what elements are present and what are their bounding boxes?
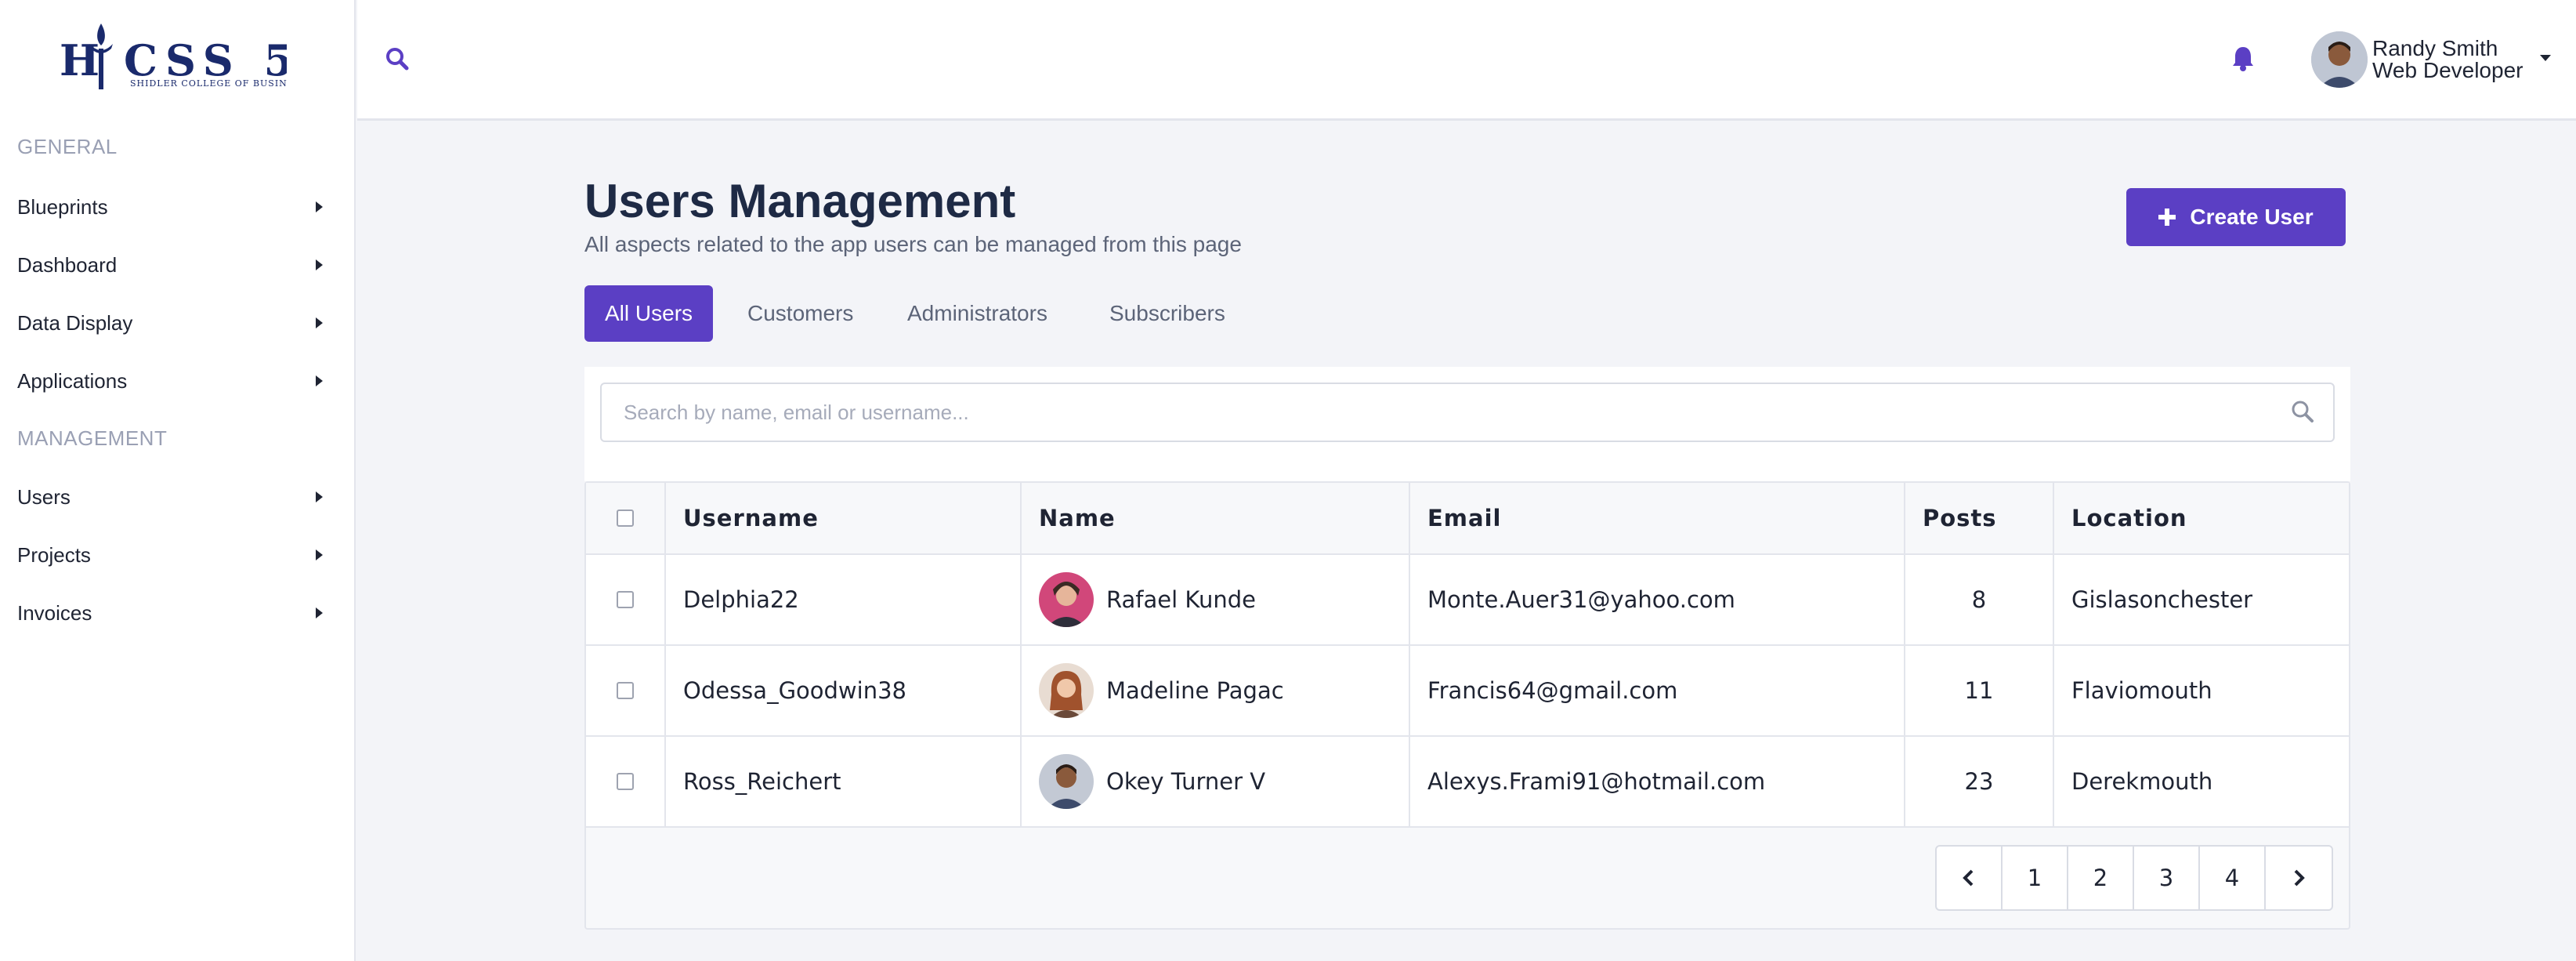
sidebar-item-data-display[interactable]: Data Display xyxy=(0,298,353,348)
sidebar-item-label: Users xyxy=(17,484,71,509)
tab-customers[interactable]: Customers xyxy=(727,285,874,342)
avatar xyxy=(1039,663,1094,718)
sidebar-item-projects[interactable]: Projects xyxy=(0,530,353,580)
column-header-name[interactable]: Name xyxy=(1022,483,1410,553)
avatar xyxy=(1039,754,1094,809)
table-row[interactable]: Ross_Reichert Okey Turner V Alexys.Frami… xyxy=(586,737,2349,828)
row-check-cell xyxy=(586,555,666,644)
user-avatar[interactable] xyxy=(2311,31,2368,88)
search-icon[interactable] xyxy=(384,45,411,72)
create-user-label: Create User xyxy=(2190,205,2314,229)
column-header-username[interactable]: Username xyxy=(666,483,1022,553)
caret-right-icon xyxy=(316,375,323,386)
name-text: Madeline Pagac xyxy=(1106,677,1284,704)
caret-right-icon xyxy=(316,317,323,328)
caret-right-icon xyxy=(316,607,323,618)
row-checkbox[interactable] xyxy=(617,682,634,699)
create-user-button[interactable]: Create User xyxy=(2126,188,2346,246)
sidebar-item-label: Blueprints xyxy=(17,194,108,219)
caret-right-icon xyxy=(316,201,323,212)
sidebar-item-dashboard[interactable]: Dashboard xyxy=(0,240,353,290)
column-header-email[interactable]: Email xyxy=(1410,483,1905,553)
posts-cell: 23 xyxy=(1905,737,2054,826)
sidebar-item-invoices[interactable]: Invoices xyxy=(0,588,353,638)
row-checkbox[interactable] xyxy=(617,591,634,608)
caret-right-icon xyxy=(316,491,323,502)
row-check-cell xyxy=(586,646,666,735)
table-row[interactable]: Delphia22 Rafael Kunde Monte.Auer31@yaho… xyxy=(586,555,2349,646)
sidebar-item-blueprints[interactable]: Blueprints xyxy=(0,182,353,232)
posts-cell: 11 xyxy=(1905,646,2054,735)
name-cell: Okey Turner V xyxy=(1022,737,1410,826)
sidebar-item-label: Invoices xyxy=(17,600,92,625)
sidebar-item-applications[interactable]: Applications xyxy=(0,356,353,406)
select-all-checkbox[interactable] xyxy=(617,510,634,527)
caret-right-icon xyxy=(316,259,323,270)
page-button-3[interactable]: 3 xyxy=(2134,847,2200,909)
next-page-button[interactable] xyxy=(2266,847,2332,909)
page-button-4[interactable]: 4 xyxy=(2200,847,2266,909)
tab-all-users[interactable]: All Users xyxy=(584,285,714,342)
chevron-right-icon xyxy=(2294,869,2305,887)
caret-right-icon xyxy=(316,549,323,560)
svg-text:SHIDLER COLLEGE OF BUSINESS: SHIDLER COLLEGE OF BUSINESS xyxy=(130,78,287,89)
sidebar-item-label: Projects xyxy=(17,542,91,567)
name-text: Okey Turner V xyxy=(1106,768,1266,795)
name-cell: Madeline Pagac xyxy=(1022,646,1410,735)
sidebar: H CSS 56 SHIDLER COLLEGE OF BUSINESS GEN… xyxy=(0,0,356,961)
sidebar-item-label: Applications xyxy=(17,368,128,393)
header-check-cell xyxy=(586,483,666,553)
section-title-management: MANAGEMENT xyxy=(17,426,168,450)
chevron-down-icon[interactable] xyxy=(2540,55,2551,61)
tab-subscribers[interactable]: Subscribers xyxy=(1089,285,1246,342)
page-subtitle: All aspects related to the app users can… xyxy=(584,232,1242,256)
email-cell: Alexys.Frami91@hotmail.com xyxy=(1410,737,1905,826)
user-role: Web Developer xyxy=(2372,58,2524,82)
previous-page-button[interactable] xyxy=(1937,847,2003,909)
logo-emblem: H CSS 56 SHIDLER COLLEGE OF BUSINESS xyxy=(60,24,287,89)
table-header-row: Username Name Email Posts Location xyxy=(586,483,2349,555)
page-button-1[interactable]: 1 xyxy=(2003,847,2068,909)
location-cell: Derekmouth xyxy=(2071,768,2213,795)
location-cell: Flaviomouth xyxy=(2071,677,2212,704)
tab-administrators[interactable]: Administrators xyxy=(887,285,1068,342)
svg-text:H: H xyxy=(60,35,99,85)
username-cell: Ross_Reichert xyxy=(666,737,1022,826)
posts-cell: 8 xyxy=(1905,555,2054,644)
logo[interactable]: H CSS 56 SHIDLER COLLEGE OF BUSINESS xyxy=(60,20,287,96)
name-cell: Rafael Kunde xyxy=(1022,555,1410,644)
page-button-2[interactable]: 2 xyxy=(2068,847,2134,909)
search-input[interactable] xyxy=(602,384,2333,441)
chevron-left-icon xyxy=(1963,869,1974,887)
row-check-cell xyxy=(586,737,666,826)
top-bar: Randy Smith Web Developer xyxy=(357,0,2576,121)
users-table: Username Name Email Posts Location Delph… xyxy=(584,481,2350,930)
sidebar-item-label: Data Display xyxy=(17,310,133,335)
row-checkbox[interactable] xyxy=(617,773,634,790)
email-cell: Francis64@gmail.com xyxy=(1410,646,1905,735)
bell-icon[interactable] xyxy=(2230,44,2256,72)
section-title-general: GENERAL xyxy=(17,135,118,158)
email-cell: Monte.Auer31@yahoo.com xyxy=(1410,555,1905,644)
plus-icon xyxy=(2158,209,2176,226)
page-title: Users Management xyxy=(584,175,1016,227)
sidebar-item-users[interactable]: Users xyxy=(0,472,353,522)
search-icon[interactable] xyxy=(2289,398,2316,425)
table-row[interactable]: Odessa_Goodwin38 Madeline Pagac Francis6… xyxy=(586,646,2349,737)
name-text: Rafael Kunde xyxy=(1106,586,1256,613)
username-cell: Odessa_Goodwin38 xyxy=(666,646,1022,735)
username-cell: Delphia22 xyxy=(666,555,1022,644)
column-header-location[interactable]: Location xyxy=(2054,483,2349,553)
search-box xyxy=(600,383,2335,442)
column-header-posts[interactable]: Posts xyxy=(1905,483,2054,553)
sidebar-item-label: Dashboard xyxy=(17,252,118,277)
avatar xyxy=(1039,572,1094,627)
pagination: 1 2 3 4 xyxy=(1935,845,2333,911)
search-panel xyxy=(584,367,2350,481)
location-cell: Gislasonchester xyxy=(2071,586,2253,613)
